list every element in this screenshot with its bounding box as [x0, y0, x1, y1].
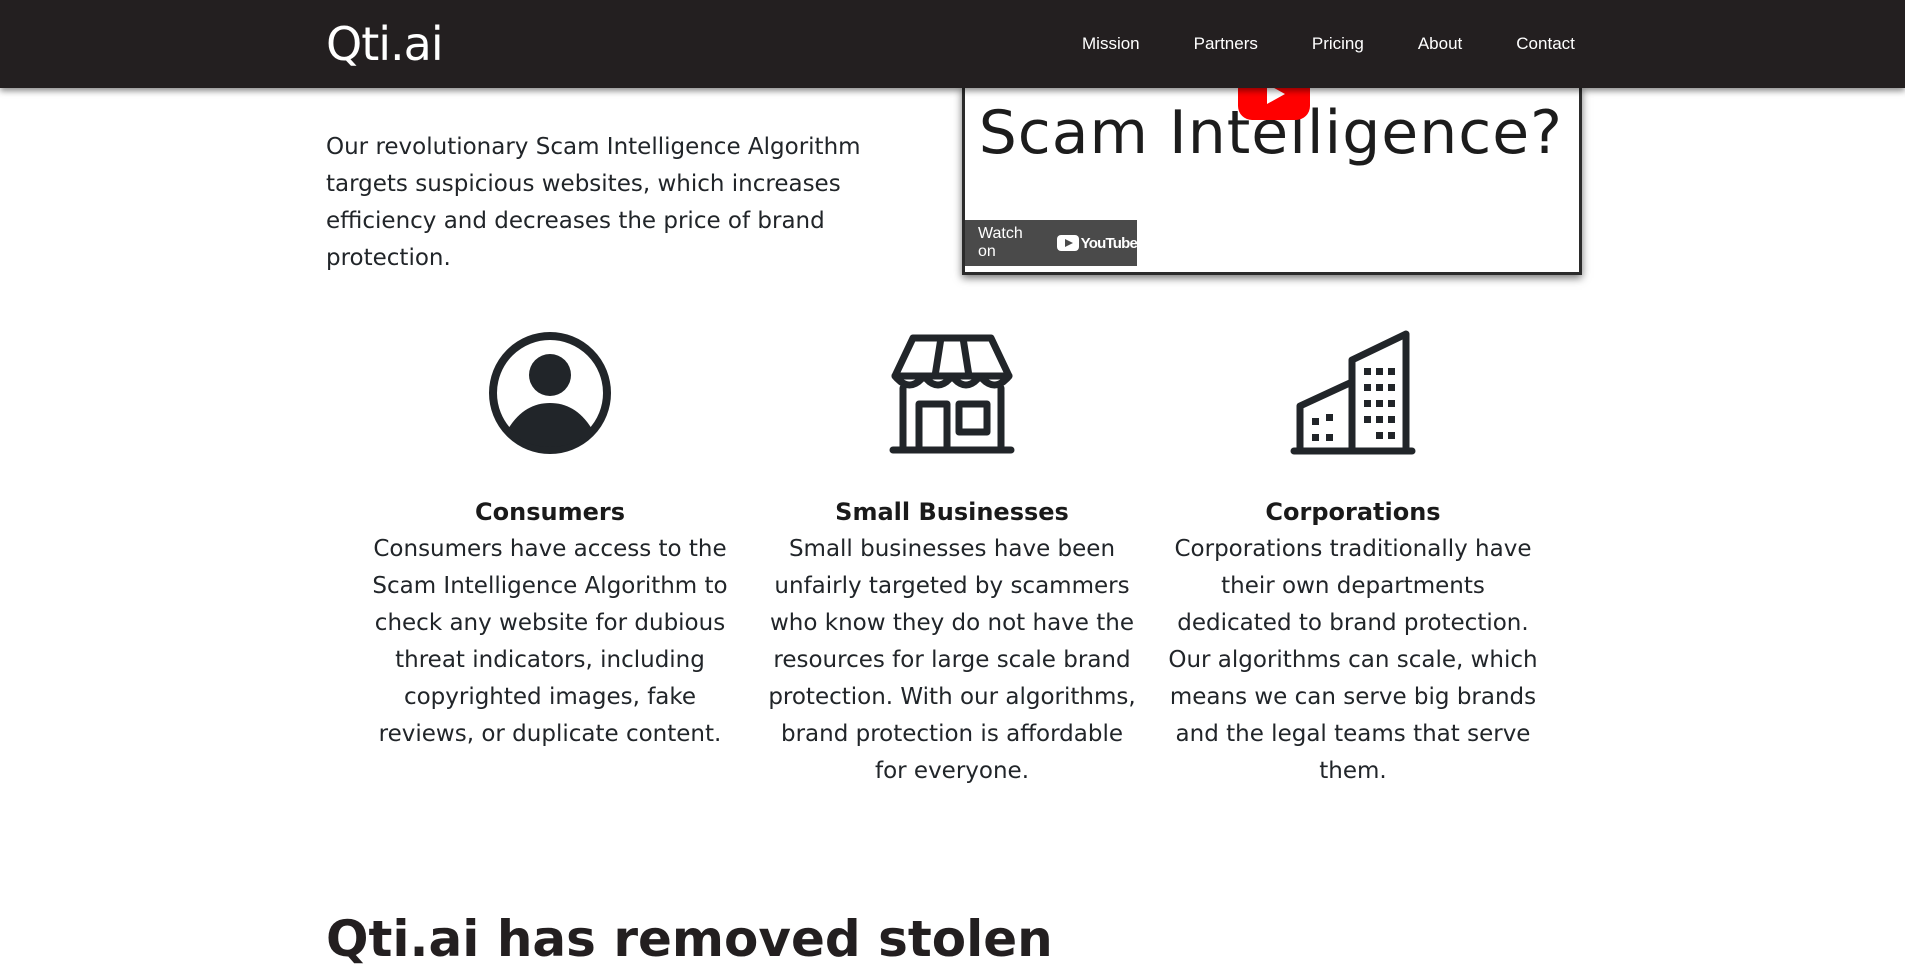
- section-heading: Qti.ai has removed stolen: [326, 904, 1053, 974]
- nav-links: Mission Partners Pricing About Contact: [1055, 28, 1602, 60]
- shop-icon: [889, 334, 1015, 454]
- feature-small-businesses: Small Businesses Small businesses have b…: [762, 330, 1142, 790]
- nav-link-contact[interactable]: Contact: [1489, 28, 1602, 60]
- feature-title: Small Businesses: [835, 498, 1069, 526]
- feature-description: Corporations traditionally have their ow…: [1168, 536, 1538, 784]
- navbar: Qti.ai Mission Partners Pricing About Co…: [0, 0, 1905, 88]
- heading-prefix: Qti.ai has removed: [326, 909, 879, 968]
- nav-link-about[interactable]: About: [1391, 28, 1489, 60]
- user-circle-icon: [489, 332, 611, 454]
- intro-paragraph: Our revolutionary Scam Intelligence Algo…: [326, 134, 861, 271]
- youtube-logo-text: YouTube: [1080, 234, 1138, 252]
- nav-link-mission[interactable]: Mission: [1055, 28, 1167, 60]
- feature-title: Corporations: [1265, 498, 1441, 526]
- buildings-icon: [1290, 330, 1416, 455]
- watch-on-youtube-button[interactable]: Watch on YouTube: [965, 220, 1138, 266]
- nav-link-pricing[interactable]: Pricing: [1285, 28, 1391, 60]
- feature-title: Consumers: [475, 498, 625, 526]
- brand-logo[interactable]: Qti.ai: [326, 12, 444, 76]
- nav-link-partners[interactable]: Partners: [1167, 28, 1285, 60]
- feature-consumers: Consumers Consumers have access to the S…: [360, 330, 740, 753]
- youtube-play-icon[interactable]: [1238, 86, 1310, 120]
- video-embed[interactable]: Scam Intelligence? Watch on YouTube: [962, 86, 1582, 275]
- youtube-logo-icon: YouTube: [1056, 234, 1138, 252]
- feature-corporations: Corporations Corporations traditionally …: [1163, 330, 1543, 790]
- heading-emphasis: stolen: [878, 909, 1053, 968]
- feature-description: Small businesses have been unfairly targ…: [768, 536, 1136, 784]
- feature-description: Consumers have access to the Scam Intell…: [372, 536, 728, 747]
- watch-on-label: Watch on: [978, 225, 1023, 260]
